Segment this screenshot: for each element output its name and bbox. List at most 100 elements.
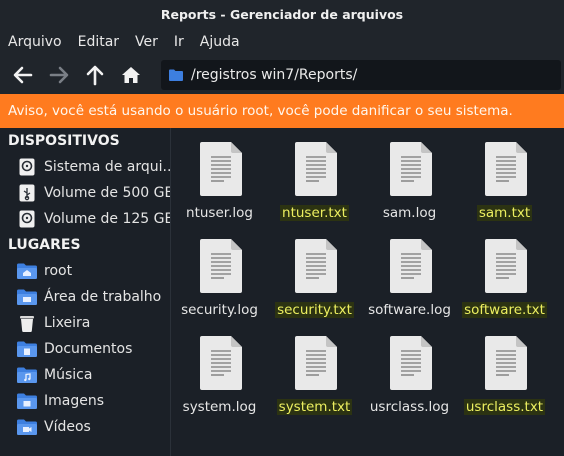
forward-button[interactable] (41, 58, 77, 92)
sidebar-item-label: Lixeira (44, 315, 91, 331)
file-icon-wrapper (295, 142, 337, 200)
file-item[interactable]: ntuser.log (172, 128, 267, 225)
file-item[interactable]: security.log (172, 225, 267, 322)
file-item[interactable]: system.txt (267, 322, 362, 419)
file-name: security.txt (267, 302, 362, 318)
location-bar[interactable]: /registros win7/Reports/ (161, 60, 561, 90)
drive-icon (17, 209, 37, 229)
menu-ajuda[interactable]: Ajuda (200, 34, 240, 50)
pictures-folder-icon (17, 391, 37, 411)
file-name-text: security.log (181, 302, 258, 318)
text-file-icon (390, 336, 432, 390)
file-name-text: usrclass.log (369, 399, 450, 415)
location-path: /registros win7/Reports/ (191, 67, 358, 83)
file-item[interactable]: system.log (172, 322, 267, 419)
file-name-text: sam.log (382, 205, 437, 221)
text-file-icon (295, 336, 337, 390)
menu-editar[interactable]: Editar (78, 34, 119, 50)
sidebar-item-label: Música (44, 367, 93, 383)
file-name-text: software.log (368, 302, 451, 318)
sidebar-item-label: Volume de 125 GB (44, 211, 171, 227)
root-warning-text: Aviso, você está usando o usuário root, … (8, 103, 513, 119)
trash-icon (17, 313, 37, 333)
sidebar-item-label: Documentos (44, 341, 133, 357)
file-icon-wrapper (390, 142, 432, 200)
file-name-text: software.txt (462, 302, 547, 318)
menu-ir[interactable]: Ir (174, 34, 184, 50)
file-item[interactable]: sam.log (362, 128, 457, 225)
file-grid: ntuser.log ntuser.txt sam.log sam.txt securi… (172, 128, 564, 456)
music-folder-icon (17, 365, 37, 385)
menu-bar: Arquivo Editar Ver Ir Ajuda (0, 28, 564, 56)
file-item[interactable]: software.log (362, 225, 457, 322)
sidebar-item-volume-500[interactable]: Volume de 500 GB (0, 180, 170, 206)
videos-folder-icon (17, 417, 37, 437)
text-file-icon (200, 239, 242, 293)
sidebar-item-videos[interactable]: Vídeos (0, 414, 170, 440)
sidebar-item-documents[interactable]: Documentos (0, 336, 170, 362)
file-icon-wrapper (200, 336, 242, 394)
file-item[interactable]: sam.txt (457, 128, 552, 225)
usb-drive-icon (17, 183, 37, 203)
text-file-icon (485, 336, 527, 390)
file-name-text: ntuser.txt (280, 205, 349, 221)
sidebar-item-music[interactable]: Música (0, 362, 170, 388)
file-item[interactable]: usrclass.log (362, 322, 457, 419)
file-name: security.log (172, 302, 267, 318)
sidebar-section-devices: DISPOSITIVOS (8, 133, 120, 149)
file-item[interactable]: usrclass.txt (457, 322, 552, 419)
sidebar-item-label: Área de trabalho (44, 289, 162, 305)
file-name-text: ntuser.log (186, 205, 253, 221)
file-name-text: security.txt (275, 302, 354, 318)
file-item[interactable]: ntuser.txt (267, 128, 362, 225)
file-name-text: system.txt (276, 399, 353, 415)
file-icon-wrapper (390, 239, 432, 297)
text-file-icon (485, 142, 527, 196)
sidebar-item-root[interactable]: root (0, 258, 170, 284)
sidebar-item-trash[interactable]: Lixeira (0, 310, 170, 336)
file-name-text: system.log (182, 399, 257, 415)
file-name: system.log (172, 399, 267, 415)
desktop-folder-icon (17, 287, 37, 307)
home-icon (122, 67, 140, 83)
text-file-icon (295, 142, 337, 196)
back-button[interactable] (5, 58, 41, 92)
sidebar-item-label: Sistema de arqui... (44, 159, 171, 175)
sidebar-item-pictures[interactable]: Imagens (0, 388, 170, 414)
sidebar-section-places: LUGARES (8, 237, 81, 253)
sidebar-item-desktop[interactable]: Área de trabalho (0, 284, 170, 310)
sidebar-item-volume-125[interactable]: Volume de 125 GB (0, 206, 170, 232)
file-name-text: sam.txt (476, 205, 533, 221)
sidebar-item-label: Volume de 500 GB (44, 185, 171, 201)
file-name: sam.txt (457, 205, 552, 221)
documents-folder-icon (17, 339, 37, 359)
text-file-icon (295, 239, 337, 293)
text-file-icon (390, 239, 432, 293)
sidebar-item-filesystem[interactable]: Sistema de arqui... (0, 154, 170, 180)
file-name: ntuser.txt (267, 205, 362, 221)
menu-ver[interactable]: Ver (135, 34, 158, 50)
text-file-icon (485, 239, 527, 293)
file-item[interactable]: security.txt (267, 225, 362, 322)
file-name: system.txt (267, 399, 362, 415)
drive-icon (17, 157, 37, 177)
sidebar: DISPOSITIVOS Sistema de arqui... Volume … (0, 128, 171, 456)
file-name: software.txt (457, 302, 552, 318)
file-name-text: usrclass.txt (463, 399, 546, 415)
file-name: sam.log (362, 205, 457, 221)
arrow-up-icon (86, 65, 104, 86)
home-button[interactable] (113, 58, 149, 92)
folder-icon (169, 69, 183, 81)
text-file-icon (200, 142, 242, 196)
text-file-icon (200, 336, 242, 390)
up-button[interactable] (77, 58, 113, 92)
root-warning-banner: Aviso, você está usando o usuário root, … (0, 94, 564, 128)
file-icon-wrapper (295, 239, 337, 297)
arrow-right-icon (49, 66, 69, 84)
menu-arquivo[interactable]: Arquivo (8, 34, 62, 50)
window-title: Reports - Gerenciador de arquivos (0, 0, 564, 28)
file-item[interactable]: software.txt (457, 225, 552, 322)
arrow-left-icon (13, 66, 33, 84)
toolbar: /registros win7/Reports/ (0, 56, 564, 94)
file-name: software.log (362, 302, 457, 318)
